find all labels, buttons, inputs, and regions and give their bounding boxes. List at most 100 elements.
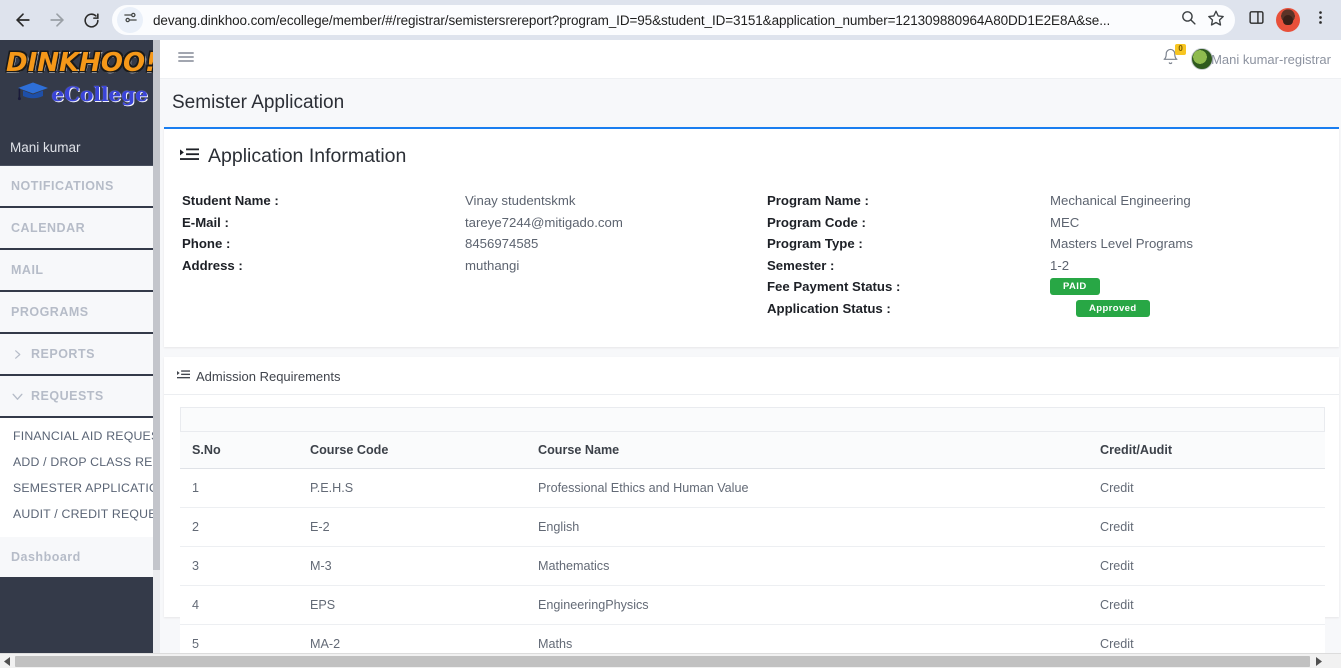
sidebar-subitem-audit-credit-request[interactable]: AUDIT / CREDIT REQUEST <box>0 501 160 527</box>
sidebar-item-label: CALENDAR <box>11 221 86 235</box>
app-viewport: DINKHOO! eCollege Mani kumar NOTIFICATIO… <box>0 40 1341 668</box>
sidebar-item-programs[interactable]: PROGRAMS <box>0 292 160 334</box>
application-status-badge: Approved <box>1076 299 1150 317</box>
sidebar-item-notifications[interactable]: NOTIFICATIONS <box>0 166 160 208</box>
browser-menu-button[interactable] <box>1305 5 1335 35</box>
column-header-course-code[interactable]: Course Code <box>298 431 526 469</box>
program-type-value: Masters Level Programs <box>1050 236 1193 251</box>
logo-ecollege-text: eCollege <box>51 81 148 106</box>
back-button[interactable] <box>6 3 40 37</box>
sidebar-item-label: REPORTS <box>31 347 95 361</box>
sidebar-scrollbar[interactable] <box>153 40 160 653</box>
browser-right-controls <box>1241 5 1335 35</box>
column-header-sno[interactable]: S.No <box>180 431 298 469</box>
field-label: Address : <box>182 257 243 273</box>
url-string: devang.dinkhoo.com/ecollege/member/#/reg… <box>153 12 1111 28</box>
notifications-button[interactable]: 0 <box>1162 44 1187 70</box>
reload-button[interactable] <box>74 3 108 37</box>
requirements-table-wrapper: S.No Course Code Course Name Credit/Audi… <box>164 395 1339 653</box>
application-information-body: Student Name : E-Mail : Phone : Address … <box>164 176 1339 347</box>
sidebar-subitem-add-drop-class-requests[interactable]: ADD / DROP CLASS REQUESTS <box>0 449 160 475</box>
cell-credit-audit: Credit <box>1088 507 1325 547</box>
cell-course-name: Mathematics <box>526 546 1088 586</box>
user-menu-label: Mani kumar-registrar <box>1211 51 1331 67</box>
table-row[interactable]: 4 EPS EngineeringPhysics Credit <box>180 585 1325 625</box>
program-name-value: Mechanical Engineering <box>1050 193 1191 208</box>
cell-credit-audit: Credit <box>1088 585 1325 625</box>
table-row[interactable]: 3 M-3 Mathematics Credit <box>180 546 1325 586</box>
sidebar-subitem-financial-aid-requests[interactable]: FINANCIAL AID REQUESTS <box>0 423 160 449</box>
omnibox-search-button[interactable] <box>1175 7 1201 33</box>
info-values-right: Mechanical Engineering MEC Masters Level… <box>1050 190 1193 319</box>
sidebar-item-reports[interactable]: REPORTS <box>0 334 160 376</box>
application-information-card: Application Information Student Name : E… <box>164 127 1339 347</box>
application-status-cell: Approved <box>1050 298 1193 320</box>
side-panel-button[interactable] <box>1241 5 1271 35</box>
logo-wordmark: DINKHOO! <box>6 48 157 78</box>
chevron-down-icon <box>9 390 25 403</box>
sidebar-item-mail[interactable]: MAIL <box>0 250 160 292</box>
cell-sno: 1 <box>180 468 298 508</box>
table-row[interactable]: 1 P.E.H.S Professional Ethics and Human … <box>180 468 1325 508</box>
address-bar[interactable]: devang.dinkhoo.com/ecollege/member/#/reg… <box>112 5 1235 35</box>
sidebar-subitem-label: AUDIT / CREDIT REQUEST <box>13 507 160 521</box>
sidebar-subitem-label: SEMESTER APPLICATIONS <box>13 481 160 495</box>
sidebar-item-calendar[interactable]: CALENDAR <box>0 208 160 250</box>
sidebar-subitem-label: FINANCIAL AID REQUESTS <box>13 429 160 443</box>
horizontal-scrollbar-thumb[interactable] <box>15 655 1310 667</box>
forward-button[interactable] <box>40 3 74 37</box>
reload-icon <box>82 11 101 30</box>
sidebar-item-label: Dashboard <box>11 550 81 564</box>
cell-sno: 5 <box>180 624 298 653</box>
profile-avatar <box>1276 8 1300 32</box>
fee-payment-status-cell: PAID <box>1050 276 1193 298</box>
sidebar-subitem-semester-applications[interactable]: SEMESTER APPLICATIONS <box>0 475 160 501</box>
field-label: Student Name : <box>182 193 279 208</box>
field-label: Program Type : <box>767 236 863 251</box>
sidebar-toggle-button[interactable] <box>174 46 198 73</box>
sidebar-subitem-label: ADD / DROP CLASS REQUESTS <box>13 455 160 469</box>
bookmark-button[interactable] <box>1203 7 1229 33</box>
brand-logo[interactable]: DINKHOO! eCollege <box>0 40 160 132</box>
page-title: Semister Application <box>172 92 345 113</box>
user-avatar <box>1191 48 1214 70</box>
sidebar-item-label: MAIL <box>11 263 44 277</box>
search-icon <box>1180 9 1197 31</box>
sidebar-item-dashboard[interactable]: Dashboard <box>0 537 160 579</box>
url-text[interactable]: devang.dinkhoo.com/ecollege/member/#/reg… <box>153 13 1175 28</box>
info-column-left: Student Name : E-Mail : Phone : Address … <box>164 190 754 319</box>
browser-toolbar: devang.dinkhoo.com/ecollege/member/#/reg… <box>0 0 1341 40</box>
fee-payment-status-badge: PAID <box>1050 278 1100 296</box>
table-row[interactable]: 5 MA-2 Maths Credit <box>180 624 1325 653</box>
cell-credit-audit: Credit <box>1088 468 1325 508</box>
info-labels-right: Program Name : Program Code : Program Ty… <box>767 190 1050 319</box>
email-value: tareye7244@mitigado.com <box>465 214 623 230</box>
user-menu-button[interactable]: Mani kumar-registrar <box>1191 48 1331 70</box>
browser-profile-button[interactable] <box>1273 5 1303 35</box>
cell-sno: 2 <box>180 507 298 547</box>
admission-requirements-title: Admission Requirements <box>196 368 341 384</box>
field-label: Fee Payment Status : <box>767 279 901 294</box>
sidebar-scrollbar-thumb[interactable] <box>153 40 160 570</box>
top-navbar: 0 Mani kumar-registrar <box>160 40 1341 79</box>
application-information-header: Application Information <box>164 129 1339 176</box>
student-name-value: Vinay studentskmk <box>465 193 576 208</box>
column-header-credit-audit[interactable]: Credit/Audit <box>1088 431 1325 469</box>
sidebar-item-requests[interactable]: REQUESTS <box>0 376 160 418</box>
horizontal-scrollbar[interactable] <box>0 653 1341 668</box>
column-header-course-name[interactable]: Course Name <box>526 431 1088 469</box>
semester-value: 1-2 <box>1050 257 1070 273</box>
sidebar-item-label: PROGRAMS <box>11 305 89 319</box>
sidebar-item-label: NOTIFICATIONS <box>11 179 114 193</box>
sidebar-user-name: Mani kumar <box>0 132 160 166</box>
site-settings-button[interactable] <box>117 7 143 33</box>
info-values-left: Vinay studentskmk tareye7244@mitigado.co… <box>465 190 623 319</box>
scroll-left-arrow-icon[interactable] <box>0 654 14 668</box>
cell-course-code: M-3 <box>298 546 526 586</box>
scroll-right-arrow-icon[interactable] <box>1311 654 1325 668</box>
chevron-right-icon <box>9 349 25 360</box>
table-row[interactable]: 2 E-2 English Credit <box>180 507 1325 547</box>
application-information-title: Application Information <box>208 145 407 167</box>
list-indent-icon <box>180 147 199 167</box>
admission-requirements-card: Admission Requirements S.No Course Code … <box>164 357 1339 653</box>
